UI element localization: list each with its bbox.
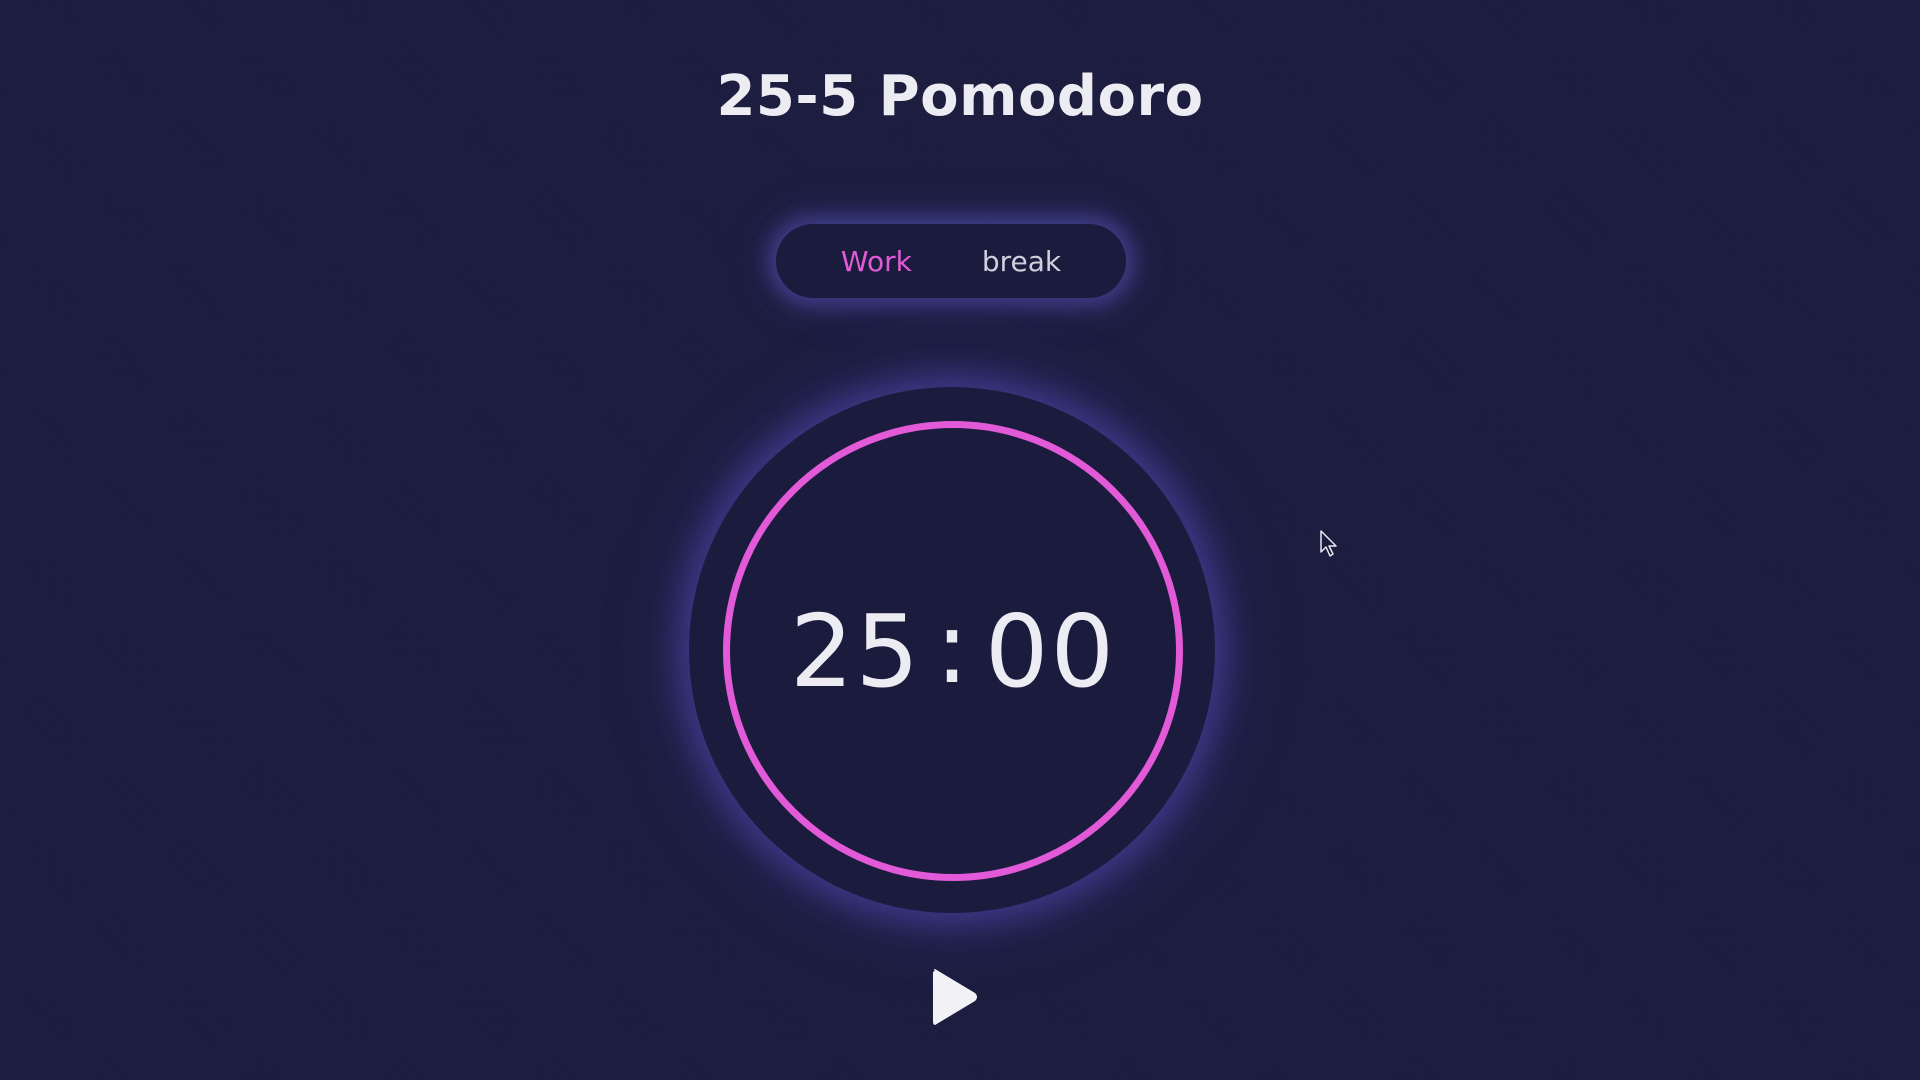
timer-dial: 25 : 00 (689, 387, 1215, 913)
play-button[interactable] (925, 965, 985, 1029)
mode-work-button[interactable]: Work (841, 245, 912, 278)
timer-display: 25 : 00 (730, 428, 1176, 874)
timer-seconds: 00 (984, 592, 1117, 710)
mode-toggle: Work break (776, 224, 1126, 298)
play-icon (933, 969, 977, 1025)
mode-break-button[interactable]: break (982, 245, 1061, 278)
timer-minutes: 25 (789, 592, 922, 710)
page-title: 25-5 Pomodoro (716, 64, 1204, 129)
timer-separator: : (935, 588, 971, 706)
mouse-cursor-icon (1320, 530, 1337, 557)
timer-progress-ring: 25 : 00 (723, 421, 1183, 881)
